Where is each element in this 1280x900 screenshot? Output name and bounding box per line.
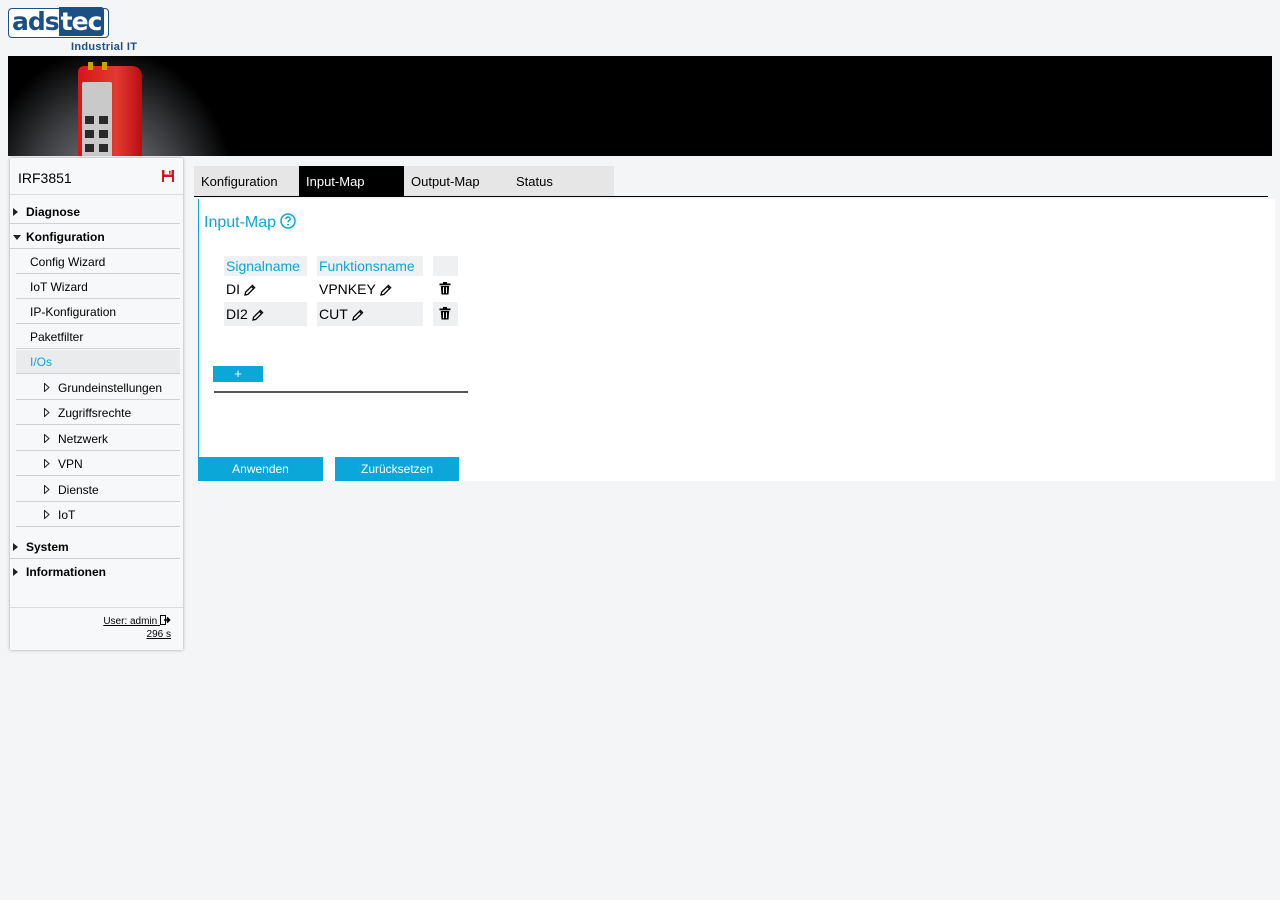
nav-label: System [26,540,69,554]
nav-system[interactable]: System [10,535,180,559]
edit-pencil-icon[interactable] [244,284,256,296]
nav-ip-konfiguration[interactable]: IP-Konfiguration [16,300,180,324]
nav-ios[interactable]: I/Os [16,350,180,374]
logo-wordmark: adstec [8,7,109,38]
nav-label: Netzwerk [58,432,109,446]
delete-row-button[interactable] [433,277,458,301]
logo-tagline: Industrial IT [71,41,138,53]
nav-vpn[interactable]: VPN [16,452,180,476]
help-icon[interactable] [280,213,296,229]
sidebar: IRF3851 Diagnose Konfiguration Config Wi… [10,158,183,650]
tab-underline [194,196,1268,197]
column-header-signalname: Signalname [224,256,307,276]
device-port [99,116,108,124]
nav-label: I/Os [30,355,53,369]
edit-pencil-icon[interactable] [379,284,392,296]
logout-link[interactable]: User: admin [103,615,171,627]
expand-arrow-icon [44,383,50,392]
device-port [99,144,108,152]
reset-button[interactable]: Zurücksetzen [335,457,459,481]
nav-label: Grundeinstellungen [58,381,163,395]
cell-text: VPNKEY [319,281,376,297]
nav-label: Zugriffsrechte [58,406,132,420]
nav-label: IoT [58,508,76,522]
column-header-funktionsname: Funktionsname [317,256,423,276]
apply-button[interactable]: Anwenden [198,457,323,481]
nav-zugriffsrechte[interactable]: Zugriffsrechte [16,401,180,425]
device-port [99,130,108,138]
cell-text: DI2 [226,306,248,322]
tab-output-map[interactable]: Output-Map [404,166,509,196]
device-port [85,116,94,124]
nav-label: Informationen [26,565,106,579]
device-port [85,130,94,138]
content-panel [198,199,1275,481]
device-antenna [88,62,93,70]
expand-arrow-icon [13,568,18,576]
expand-arrow-icon [44,485,50,494]
nav-label: Paketfilter [30,330,84,344]
nav-netzwerk[interactable]: Netzwerk [16,427,180,451]
expand-arrow-icon [13,543,18,551]
nav-label: IP-Konfiguration [30,305,117,319]
table-cell-function[interactable]: VPNKEY [317,277,423,301]
save-icon[interactable] [161,169,175,183]
user-label: User: admin [103,616,158,627]
edit-pencil-icon[interactable] [251,309,264,321]
nav-label: VPN [58,457,83,471]
table-bottom-rule [214,391,468,393]
expand-arrow-icon [44,434,50,443]
nav-diagnose[interactable]: Diagnose [10,200,180,224]
table-cell-function[interactable]: CUT [317,302,423,326]
router-device-image [78,62,142,156]
company-logo: adstec Industrial IT [8,7,138,54]
nav-iot[interactable]: IoT [16,503,180,527]
nav-konfiguration[interactable]: Konfiguration [10,225,180,249]
expand-arrow-icon [13,208,18,216]
page-title: Input-Map [204,213,296,232]
nav-label: Dienste [58,483,99,497]
header-banner [8,56,1272,156]
nav-config-wizard[interactable]: Config Wizard [16,250,180,274]
expand-arrow-icon [44,408,50,417]
table-cell-signal[interactable]: DI2 [224,302,307,326]
device-port [85,144,94,152]
divider [10,194,183,195]
nav-paketfilter[interactable]: Paketfilter [16,325,180,349]
logout-icon [160,615,171,625]
tab-bar: Konfiguration Input-Map Output-Map Statu… [194,166,614,196]
divider [10,607,183,608]
edit-pencil-icon[interactable] [351,309,364,321]
nav-label: Config Wizard [30,255,106,269]
page-title-text: Input-Map [204,214,277,231]
tab-input-map[interactable]: Input-Map [299,166,404,196]
table-cell-signal[interactable]: DI [224,277,307,301]
content-border [198,199,199,457]
cell-text: DI [226,281,240,297]
nav-label: IoT Wizard [30,280,88,294]
nav-grundeinstellungen[interactable]: Grundeinstellungen [16,376,180,400]
nav-iot-wizard[interactable]: IoT Wizard [16,275,180,299]
session-timer: 296 s [146,629,171,640]
delete-row-button[interactable] [433,302,458,326]
nav-label: Diagnose [26,205,81,219]
nav-label: Konfiguration [26,230,105,244]
expand-arrow-icon [44,459,50,468]
tab-status[interactable]: Status [509,166,614,196]
add-row-button[interactable]: + [213,366,263,382]
collapse-arrow-icon [13,235,21,240]
expand-arrow-icon [44,510,50,519]
device-antenna [102,62,107,70]
device-name: IRF3851 [18,170,72,186]
trash-icon [439,307,451,320]
nav-dienste[interactable]: Dienste [16,478,180,502]
nav-informationen[interactable]: Informationen [10,560,180,584]
tab-konfiguration[interactable]: Konfiguration [194,166,299,196]
column-header-actions [433,256,458,276]
trash-icon [439,282,451,295]
cell-text: CUT [319,306,348,322]
device-front-panel [82,82,112,156]
